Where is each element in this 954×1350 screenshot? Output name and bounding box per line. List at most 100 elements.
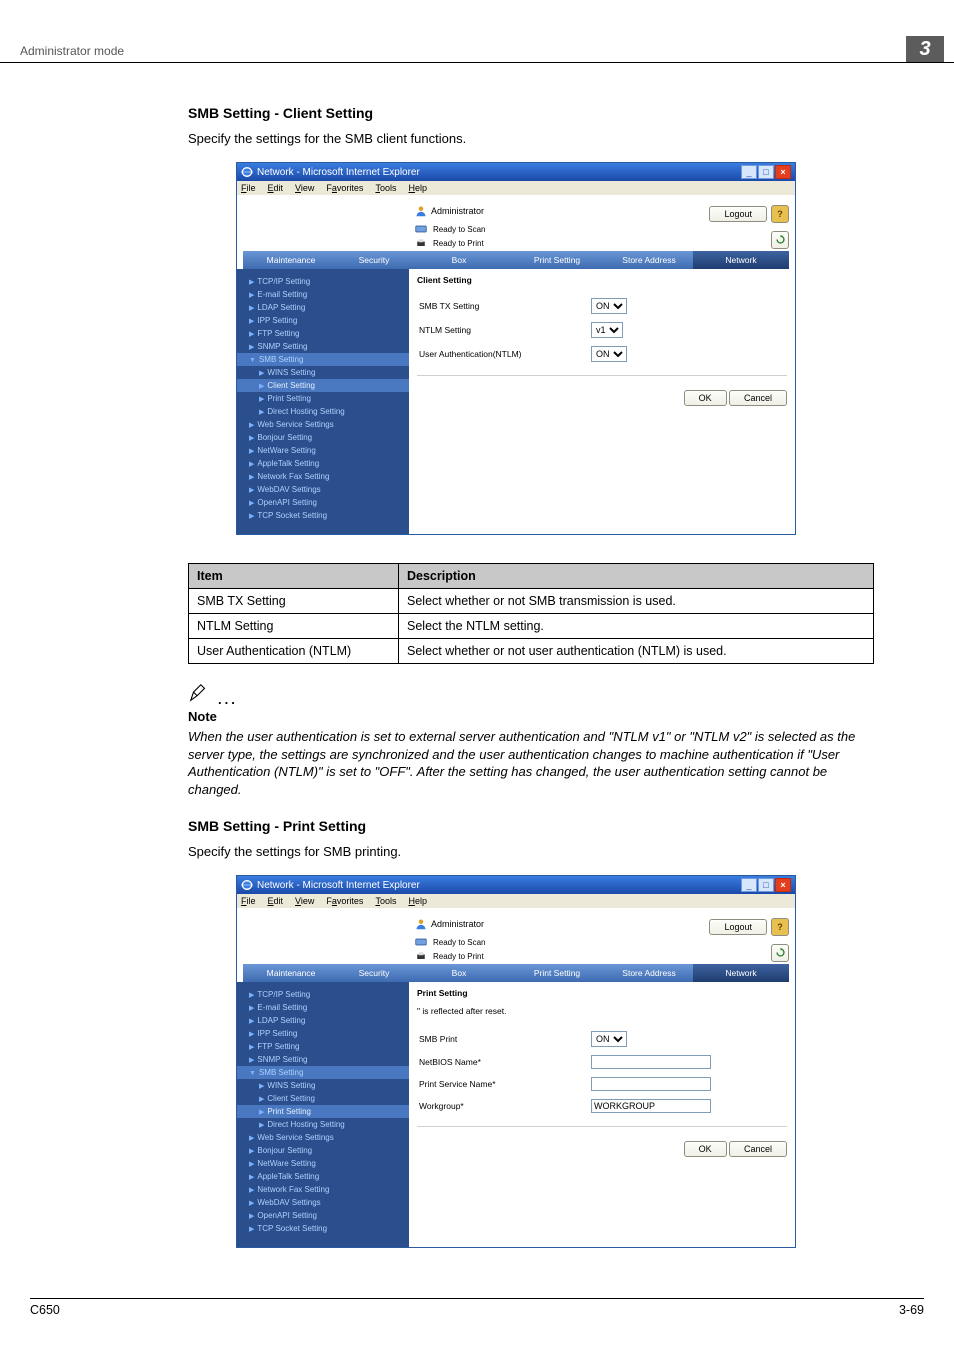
maximize-button[interactable]: □: [758, 165, 774, 179]
refresh-button[interactable]: [771, 944, 789, 962]
menu-favorites[interactable]: Favorites: [326, 896, 363, 906]
nav-networkfax[interactable]: ▶Network Fax Setting: [237, 470, 409, 483]
nav-print-setting[interactable]: ▶Print Setting: [237, 392, 409, 405]
page-header: Administrator mode 3: [0, 30, 954, 63]
nav-wins[interactable]: ▶WINS Setting: [237, 366, 409, 379]
tab-print-setting[interactable]: Print Setting: [509, 964, 605, 982]
nav-email[interactable]: ▶E-mail Setting: [237, 1001, 409, 1014]
nav-client-setting[interactable]: ▶Client Setting: [237, 1092, 409, 1105]
nav-appletalk[interactable]: ▶AppleTalk Setting: [237, 1170, 409, 1183]
nav-tcpsocket[interactable]: ▶TCP Socket Setting: [237, 1222, 409, 1235]
nav-ftp[interactable]: ▶FTP Setting: [237, 327, 409, 340]
nav-ipp[interactable]: ▶IPP Setting: [237, 314, 409, 327]
nav-ldap[interactable]: ▶LDAP Setting: [237, 1014, 409, 1027]
menu-view[interactable]: View: [295, 896, 314, 906]
tab-network[interactable]: Network: [693, 251, 789, 269]
titlebar: Network - Microsoft Internet Explorer _ …: [237, 876, 795, 894]
ok-button[interactable]: OK: [684, 390, 727, 406]
tab-security[interactable]: Security: [339, 964, 409, 982]
nav-networkfax[interactable]: ▶Network Fax Setting: [237, 1183, 409, 1196]
menu-file[interactable]: File: [241, 183, 256, 193]
menu-tools[interactable]: Tools: [375, 183, 396, 193]
nav-openapi[interactable]: ▶OpenAPI Setting: [237, 496, 409, 509]
tab-maintenance[interactable]: Maintenance: [243, 251, 339, 269]
menu-help[interactable]: Help: [408, 183, 427, 193]
page-footer: C650 3-69: [30, 1298, 924, 1317]
nav-ipp[interactable]: ▶IPP Setting: [237, 1027, 409, 1040]
nav-webservice[interactable]: ▶Web Service Settings: [237, 418, 409, 431]
smbtx-select[interactable]: ON: [591, 298, 627, 314]
help-button[interactable]: ?: [771, 918, 789, 936]
tab-security[interactable]: Security: [339, 251, 409, 269]
menu-view[interactable]: View: [295, 183, 314, 193]
status-print: Ready to Print: [433, 952, 484, 961]
logout-button[interactable]: Logout: [709, 919, 767, 935]
tab-strip: Maintenance Security Box Print Setting S…: [243, 964, 789, 982]
nav-tcpsocket[interactable]: ▶TCP Socket Setting: [237, 509, 409, 522]
nav-openapi[interactable]: ▶OpenAPI Setting: [237, 1209, 409, 1222]
row-workgroup-label: Workgroup*: [419, 1096, 589, 1116]
nav-email[interactable]: ▶E-mail Setting: [237, 288, 409, 301]
menu-file[interactable]: File: [241, 896, 256, 906]
menu-edit[interactable]: Edit: [268, 896, 284, 906]
nav-appletalk[interactable]: ▶AppleTalk Setting: [237, 457, 409, 470]
nav-webservice[interactable]: ▶Web Service Settings: [237, 1131, 409, 1144]
nav-netware[interactable]: ▶NetWare Setting: [237, 444, 409, 457]
nav-netware[interactable]: ▶NetWare Setting: [237, 1157, 409, 1170]
tab-print-setting[interactable]: Print Setting: [509, 251, 605, 269]
ntlm-select[interactable]: v1: [591, 322, 623, 338]
ok-button[interactable]: OK: [684, 1141, 727, 1157]
menu-tools[interactable]: Tools: [375, 896, 396, 906]
titlebar: Network - Microsoft Internet Explorer _ …: [237, 163, 795, 181]
tab-store-address[interactable]: Store Address: [605, 251, 693, 269]
nav-smb[interactable]: ▼SMB Setting: [237, 1066, 409, 1079]
ua-select[interactable]: ON: [591, 346, 627, 362]
close-button[interactable]: ×: [775, 165, 791, 179]
minimize-button[interactable]: _: [741, 165, 757, 179]
menu-favorites[interactable]: Favorites: [326, 183, 363, 193]
nav-webdav[interactable]: ▶WebDAV Settings: [237, 483, 409, 496]
th-item: Item: [189, 564, 399, 589]
smbprint-select[interactable]: ON: [591, 1031, 627, 1047]
cancel-button[interactable]: Cancel: [729, 1141, 787, 1157]
menu-edit[interactable]: Edit: [268, 183, 284, 193]
tab-strip: Maintenance Security Box Print Setting S…: [243, 251, 789, 269]
nav-smb[interactable]: ▼SMB Setting: [237, 353, 409, 366]
nav-snmp[interactable]: ▶SNMP Setting: [237, 1053, 409, 1066]
workgroup-input[interactable]: [591, 1099, 711, 1113]
close-button[interactable]: ×: [775, 878, 791, 892]
tab-box[interactable]: Box: [409, 964, 509, 982]
cancel-button[interactable]: Cancel: [729, 390, 787, 406]
psname-input[interactable]: [591, 1077, 711, 1091]
content-client-setting: Client Setting SMB TX Setting ON NTLM Se…: [409, 269, 795, 534]
nav-tcpip[interactable]: ▶TCP/IP Setting: [237, 275, 409, 288]
nav-ftp[interactable]: ▶FTP Setting: [237, 1040, 409, 1053]
nav-print-setting[interactable]: ▶Print Setting: [237, 1105, 409, 1118]
nav-webdav[interactable]: ▶WebDAV Settings: [237, 1196, 409, 1209]
maximize-button[interactable]: □: [758, 878, 774, 892]
nav-bonjour[interactable]: ▶Bonjour Setting: [237, 431, 409, 444]
minimize-button[interactable]: _: [741, 878, 757, 892]
th-desc: Description: [399, 564, 874, 589]
cell-desc: Select whether or not SMB transmission i…: [399, 589, 874, 614]
nav-client-setting[interactable]: ▶Client Setting: [237, 379, 409, 392]
nav-bonjour[interactable]: ▶Bonjour Setting: [237, 1144, 409, 1157]
refresh-button[interactable]: [771, 231, 789, 249]
nav-direct-hosting[interactable]: ▶Direct Hosting Setting: [237, 405, 409, 418]
nav-tcpip[interactable]: ▶TCP/IP Setting: [237, 988, 409, 1001]
nav-ldap[interactable]: ▶LDAP Setting: [237, 301, 409, 314]
menu-help[interactable]: Help: [408, 896, 427, 906]
tab-box[interactable]: Box: [409, 251, 509, 269]
help-button[interactable]: ?: [771, 205, 789, 223]
tab-network[interactable]: Network: [693, 964, 789, 982]
nav-wins[interactable]: ▶WINS Setting: [237, 1079, 409, 1092]
netbios-input[interactable]: [591, 1055, 711, 1069]
tab-maintenance[interactable]: Maintenance: [243, 964, 339, 982]
side-nav: ▶TCP/IP Setting ▶E-mail Setting ▶LDAP Se…: [237, 982, 409, 1247]
cell-desc: Select the NTLM setting.: [399, 614, 874, 639]
tab-store-address[interactable]: Store Address: [605, 964, 693, 982]
nav-snmp[interactable]: ▶SNMP Setting: [237, 340, 409, 353]
nav-direct-hosting[interactable]: ▶Direct Hosting Setting: [237, 1118, 409, 1131]
logout-button[interactable]: Logout: [709, 206, 767, 222]
window-title: Network - Microsoft Internet Explorer: [257, 167, 741, 178]
